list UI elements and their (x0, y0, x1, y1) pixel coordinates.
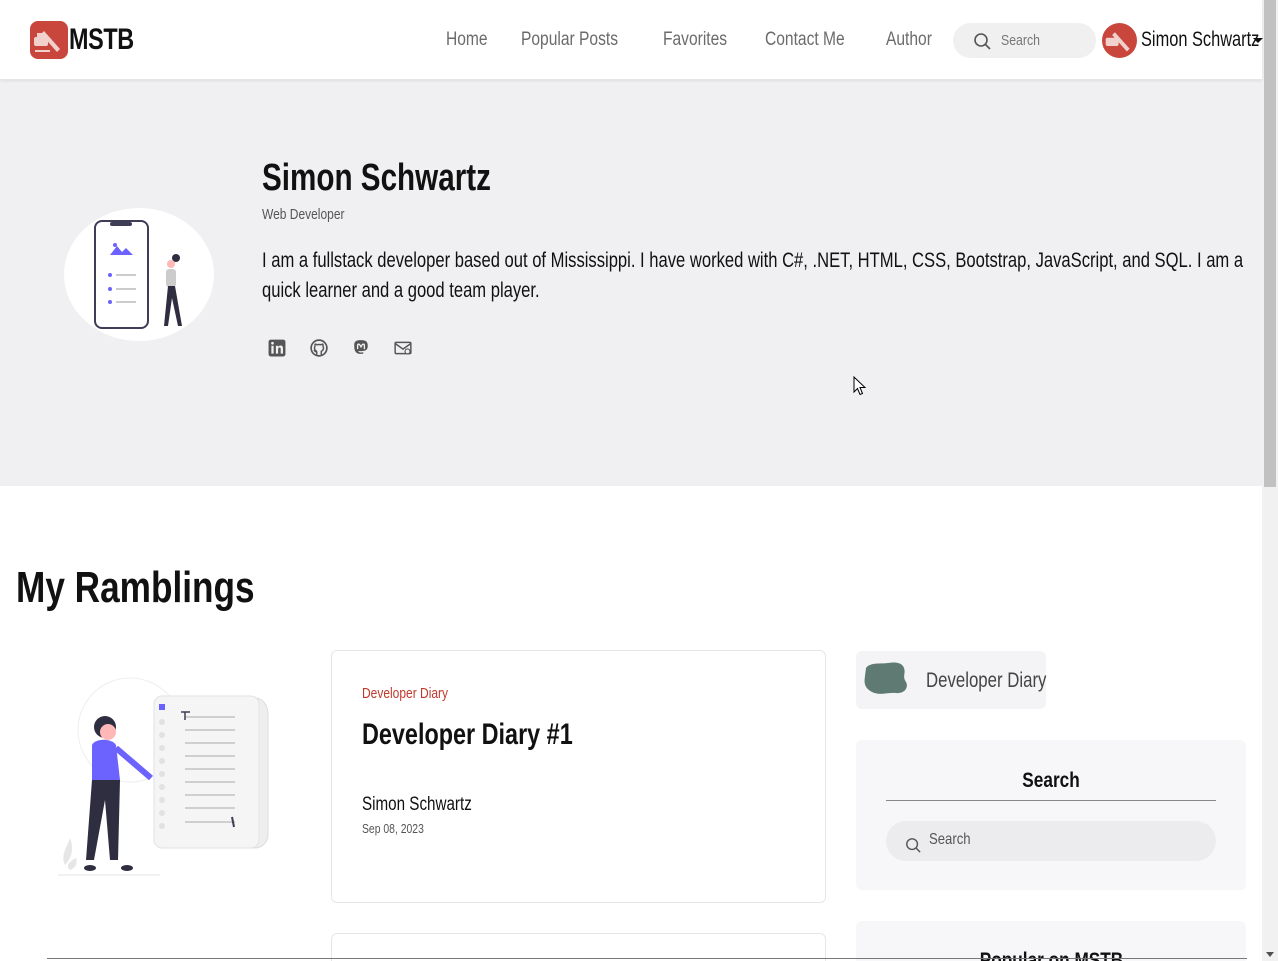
category-chip-developer-diary[interactable]: Developer Diary (856, 651, 1046, 709)
brand-link[interactable]: MSTB (30, 20, 152, 60)
nav-popular-posts[interactable]: Popular Posts (521, 29, 618, 51)
section-title: My Ramblings (16, 563, 255, 612)
author-avatar-illustration (64, 208, 214, 341)
post-date: Sep 08, 2023 (362, 821, 424, 836)
divider (886, 800, 1216, 801)
top-navbar: MSTB Home Popular Posts Favorites Contac… (0, 0, 1263, 80)
post-card[interactable]: Developer Diary Developer Diary #1 Simon… (331, 650, 826, 903)
sidebar-search-placeholder: Search (929, 831, 971, 848)
main-nav: Home Popular Posts Favorites Contact Me … (446, 29, 966, 51)
post-title[interactable]: Developer Diary #1 (362, 718, 573, 752)
user-name: Simon Schwartz (1141, 28, 1260, 51)
divider (47, 958, 1247, 959)
nav-author[interactable]: Author (886, 29, 932, 51)
author-hero: Simon Schwartz Web Developer I am a full… (0, 80, 1262, 486)
chevron-down-icon (1253, 38, 1263, 43)
sidebar-search-input[interactable]: Search (886, 821, 1216, 861)
mouse-cursor-icon (853, 376, 867, 396)
mstb-logo-icon (30, 21, 68, 59)
popular-widget-title: Popular on MSTB (979, 949, 1123, 961)
search-icon (906, 838, 921, 853)
search-icon (974, 32, 991, 50)
author-title: Web Developer (262, 206, 345, 223)
search-widget-title: Search (1022, 769, 1080, 792)
social-links (268, 339, 436, 357)
category-thumbnail-icon (864, 662, 907, 694)
post-card[interactable] (331, 933, 826, 961)
avatar (1102, 22, 1137, 58)
mastodon-icon[interactable] (352, 339, 370, 357)
category-chip-label: Developer Diary (926, 669, 1047, 692)
nav-home[interactable]: Home (446, 29, 488, 51)
post-illustration (50, 670, 275, 880)
popular-widget: Popular on MSTB (856, 921, 1246, 961)
github-icon[interactable] (310, 339, 328, 357)
nav-search-input[interactable]: Search (953, 23, 1096, 58)
page-scrollbar[interactable] (1262, 0, 1278, 961)
linkedin-icon[interactable] (268, 339, 286, 357)
nav-search-placeholder: Search (1001, 32, 1040, 49)
mail-icon[interactable] (394, 339, 412, 357)
nav-favorites[interactable]: Favorites (663, 29, 727, 51)
author-name: Simon Schwartz (262, 157, 491, 199)
scrollbar-thumb[interactable] (1264, 0, 1276, 487)
brand-name: MSTB (69, 23, 134, 56)
nav-contact-me[interactable]: Contact Me (765, 29, 845, 51)
user-menu-toggle[interactable]: Simon Schwartz (1102, 22, 1263, 58)
author-bio: I am a fullstack developer based out of … (262, 249, 1244, 302)
scroll-down-arrow-icon[interactable] (1266, 952, 1274, 957)
search-widget: Search Search (856, 740, 1246, 890)
post-author: Simon Schwartz (362, 794, 472, 815)
post-category-link[interactable]: Developer Diary (362, 685, 448, 702)
